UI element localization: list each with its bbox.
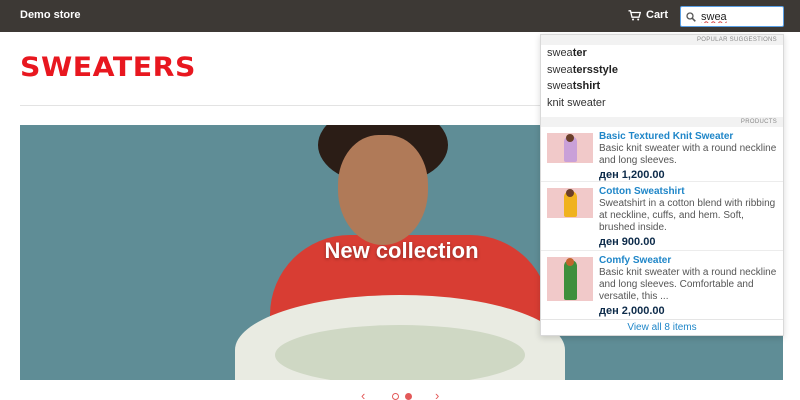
products-heading: PRODUCTS bbox=[541, 117, 783, 127]
suggestion-item[interactable]: sweater bbox=[541, 45, 783, 62]
suggestion-match: swea bbox=[547, 63, 573, 76]
product-description: Sweatshirt in a cotton blend with ribbin… bbox=[599, 198, 776, 233]
suggestion-rest: tersstyle bbox=[572, 63, 618, 76]
divider bbox=[20, 105, 540, 106]
product-price: ден 2,000.00 bbox=[599, 305, 665, 317]
search-suggestions-dropdown: POPULAR SUGGESTIONS sweater sweatersstyl… bbox=[540, 34, 784, 336]
store-brand-link[interactable]: Demo store bbox=[20, 9, 81, 21]
carousel-prev-icon[interactable]: ‹ bbox=[361, 389, 365, 400]
product-result[interactable]: Basic Textured Knit Sweater Basic knit s… bbox=[541, 127, 783, 182]
suggestion-rest: tshirt bbox=[572, 80, 601, 92]
suggestion-match: swea bbox=[547, 47, 573, 59]
product-thumbnail bbox=[547, 133, 593, 163]
product-result[interactable]: Cotton Sweatshirt Sweatshirt in a cotton… bbox=[541, 182, 783, 251]
carousel-next-icon[interactable]: › bbox=[435, 389, 439, 400]
product-result[interactable]: Comfy Sweater Basic knit sweater with a … bbox=[541, 251, 783, 320]
suggestion-item[interactable]: sweatshirt bbox=[541, 78, 783, 95]
product-name[interactable]: Basic Textured Knit Sweater bbox=[599, 131, 777, 143]
product-thumbnail bbox=[547, 257, 593, 301]
suggestion-match: knit sweater bbox=[547, 96, 606, 109]
top-bar: Demo store Cart bbox=[0, 0, 800, 32]
product-thumbnail bbox=[547, 188, 593, 218]
page-title: SWEATERS bbox=[20, 52, 196, 83]
suggestion-item[interactable]: sweatersstyle bbox=[541, 62, 783, 79]
view-all-link[interactable]: View all 8 items bbox=[541, 320, 783, 335]
search-box[interactable] bbox=[680, 6, 784, 27]
product-info: Basic Textured Knit Sweater Basic knit s… bbox=[599, 131, 777, 181]
cart-icon bbox=[628, 9, 641, 21]
popular-suggestions-heading: POPULAR SUGGESTIONS bbox=[541, 35, 783, 45]
cart-link[interactable]: Cart bbox=[628, 9, 668, 21]
suggestion-item[interactable]: knit sweater bbox=[541, 95, 783, 112]
search-input[interactable] bbox=[701, 10, 777, 23]
product-thumbnail-head bbox=[566, 189, 574, 197]
search-icon bbox=[686, 11, 696, 22]
suggestion-rest: ter bbox=[572, 47, 587, 59]
product-name[interactable]: Comfy Sweater bbox=[599, 255, 777, 267]
hero-image-face bbox=[338, 135, 428, 245]
carousel-dot-2[interactable] bbox=[405, 393, 412, 400]
product-description: Basic knit sweater with a round neckline… bbox=[599, 267, 777, 302]
product-name[interactable]: Cotton Sweatshirt bbox=[599, 186, 777, 198]
cart-label: Cart bbox=[646, 9, 669, 21]
carousel-dot-1[interactable] bbox=[392, 393, 399, 400]
product-thumbnail-head bbox=[566, 258, 574, 266]
product-price: ден 900.00 bbox=[599, 236, 656, 248]
product-thumbnail-figure bbox=[564, 260, 577, 300]
product-info: Cotton Sweatshirt Sweatshirt in a cotton… bbox=[599, 186, 777, 248]
product-description: Basic knit sweater with a round neckline… bbox=[599, 143, 777, 166]
suggestion-match: swea bbox=[547, 80, 573, 92]
product-thumbnail-head bbox=[566, 134, 574, 142]
product-price: ден 1,200.00 bbox=[599, 169, 665, 181]
product-info: Comfy Sweater Basic knit sweater with a … bbox=[599, 255, 777, 317]
